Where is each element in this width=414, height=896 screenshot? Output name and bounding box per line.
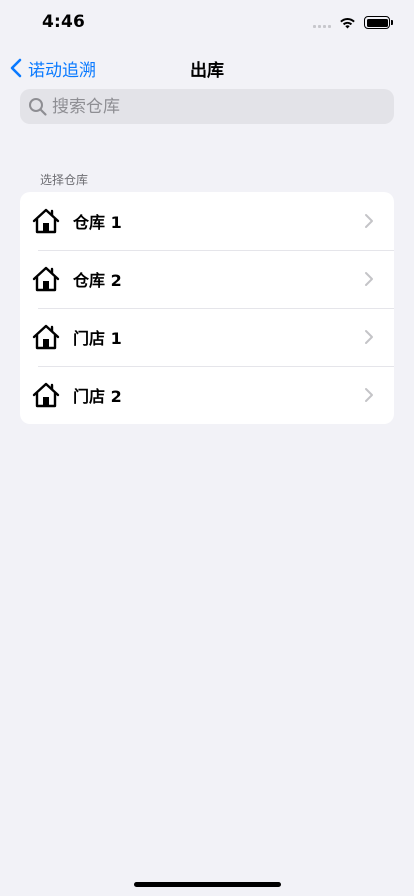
chevron-right-icon bbox=[365, 388, 373, 402]
status-bar: 4:46 bbox=[0, 0, 414, 48]
house-icon bbox=[32, 266, 60, 292]
house-icon bbox=[32, 208, 60, 234]
page-title: 出库 bbox=[190, 61, 224, 81]
warehouse-list: 仓库 1 仓库 2 门店 1 门店 2 bbox=[20, 192, 394, 424]
search-bar[interactable] bbox=[20, 89, 394, 124]
chevron-right-icon bbox=[365, 272, 373, 286]
search-icon bbox=[29, 97, 47, 116]
list-item-warehouse-2[interactable]: 仓库 2 bbox=[20, 250, 394, 308]
list-item-label: 门店 2 bbox=[73, 387, 122, 406]
status-icons bbox=[313, 16, 393, 29]
list-item-store-1[interactable]: 门店 1 bbox=[20, 308, 394, 366]
list-item-warehouse-1[interactable]: 仓库 1 bbox=[20, 192, 394, 250]
status-time: 4:46 bbox=[42, 12, 86, 32]
list-item-label: 门店 1 bbox=[73, 329, 122, 348]
list-item-store-2[interactable]: 门店 2 bbox=[20, 366, 394, 424]
wifi-icon bbox=[340, 17, 355, 28]
chevron-right-icon bbox=[365, 214, 373, 228]
house-icon bbox=[32, 382, 60, 408]
list-item-label: 仓库 2 bbox=[73, 271, 122, 290]
list-item-label: 仓库 1 bbox=[73, 213, 122, 232]
search-input[interactable] bbox=[52, 96, 394, 117]
section-header: 选择仓库 bbox=[40, 173, 89, 187]
house-icon bbox=[32, 324, 60, 350]
battery-icon bbox=[364, 16, 393, 29]
home-indicator[interactable] bbox=[134, 882, 281, 887]
navigation-bar: 诺动追溯 出库 bbox=[0, 48, 414, 88]
cellular-signal-icon bbox=[313, 18, 331, 28]
chevron-right-icon bbox=[365, 330, 373, 344]
